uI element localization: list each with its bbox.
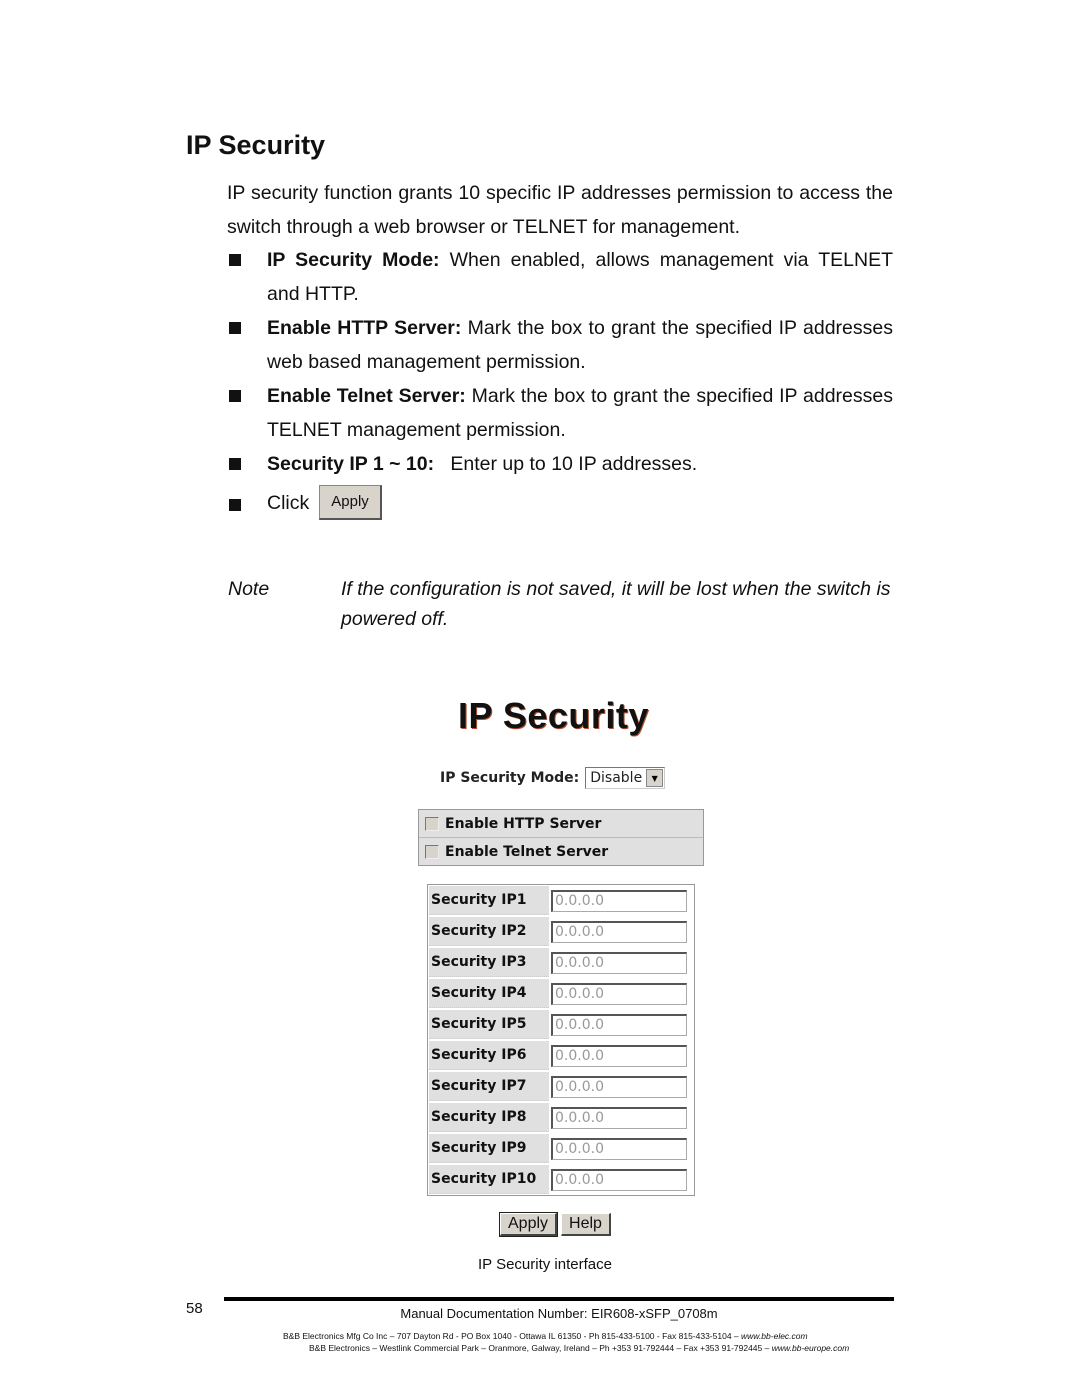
enable-telnet-server-checkbox[interactable] — [425, 844, 439, 859]
section-title: IP Security — [186, 130, 326, 160]
square-bullet-icon — [229, 254, 241, 266]
security-ip9-input[interactable] — [551, 1137, 687, 1160]
security-ip-table: Security IP1 Security IP2 Security IP3 S… — [427, 884, 695, 1196]
checkbox-label: Enable Telnet Server — [445, 843, 609, 860]
apply-button[interactable]: Apply — [498, 1212, 559, 1237]
footer-address-text: B&B Electronics – Westlink Commercial Pa… — [309, 1343, 772, 1353]
figure-caption: IP Security interface — [478, 1256, 612, 1273]
table-row: Security IP4 — [429, 979, 693, 1008]
security-ip-label: Security IP7 — [429, 1072, 549, 1101]
table-row: Security IP6 — [429, 1041, 693, 1070]
table-row: Security IP5 — [429, 1010, 693, 1039]
ip-security-mode-select[interactable]: Disable ▼ — [585, 767, 666, 789]
footer-divider — [224, 1297, 894, 1301]
security-ip-label: Security IP8 — [429, 1103, 549, 1132]
checkbox-label: Enable HTTP Server — [445, 815, 602, 832]
security-ip10-input[interactable] — [551, 1168, 687, 1191]
enable-telnet-server-row: Enable Telnet Server — [419, 838, 703, 865]
security-ip-label: Security IP1 — [429, 886, 549, 915]
ip-security-mode-row: IP Security Mode: Disable ▼ — [440, 767, 666, 789]
page-number: 58 — [186, 1300, 203, 1317]
security-ip-label: Security IP2 — [429, 917, 549, 946]
square-bullet-icon — [229, 322, 241, 334]
bullet-term: Enable HTTP Server: — [267, 317, 462, 339]
security-ip7-input[interactable] — [551, 1075, 687, 1098]
list-item-click-apply: Click Apply — [227, 485, 893, 520]
table-row: Security IP3 — [429, 948, 693, 977]
security-ip5-input[interactable] — [551, 1013, 687, 1036]
security-ip1-input[interactable] — [551, 889, 687, 912]
table-row: Security IP8 — [429, 1103, 693, 1132]
list-item: Enable HTTP Server: Mark the box to gran… — [227, 311, 893, 379]
note-text: If the configuration is not saved, it wi… — [341, 578, 891, 630]
square-bullet-icon — [229, 458, 241, 470]
security-ip3-input[interactable] — [551, 951, 687, 974]
security-ip-label: Security IP9 — [429, 1134, 549, 1163]
footer-address-text: B&B Electronics Mfg Co Inc – 707 Dayton … — [283, 1331, 741, 1341]
list-item: IP Security Mode: When enabled, allows m… — [227, 243, 893, 311]
security-ip-label: Security IP5 — [429, 1010, 549, 1039]
square-bullet-icon — [229, 390, 241, 402]
security-ip4-input[interactable] — [551, 982, 687, 1005]
form-buttons: Apply Help — [498, 1212, 611, 1237]
enable-http-server-checkbox[interactable] — [425, 816, 439, 831]
security-ip-label: Security IP3 — [429, 948, 549, 977]
enable-http-server-row: Enable HTTP Server — [419, 810, 703, 838]
list-item: Security IP 1 ~ 10: Enter up to 10 IP ad… — [227, 447, 893, 481]
bullet-term: IP Security Mode: — [267, 249, 440, 271]
security-ip8-input[interactable] — [551, 1106, 687, 1129]
help-button[interactable]: Help — [561, 1213, 611, 1236]
doc-number: Manual Documentation Number: EIR608-xSFP… — [400, 1306, 718, 1321]
mode-value: Disable — [590, 770, 643, 786]
security-ip-label: Security IP4 — [429, 979, 549, 1008]
table-row: Security IP10 — [429, 1165, 693, 1194]
table-row: Security IP1 — [429, 886, 693, 915]
table-row: Security IP2 — [429, 917, 693, 946]
note-label: Note — [228, 578, 270, 600]
ui-title: IP Security — [458, 695, 649, 736]
bullet-text: Enter up to 10 IP addresses. — [434, 453, 698, 475]
square-bullet-icon — [229, 499, 241, 511]
table-row: Security IP9 — [429, 1134, 693, 1163]
footer-url-link[interactable]: www.bb-elec.com — [741, 1331, 808, 1341]
click-label: Click — [267, 491, 310, 514]
security-ip2-input[interactable] — [551, 920, 687, 943]
bullet-term: Security IP 1 ~ 10: — [267, 453, 435, 475]
list-item: Enable Telnet Server: Mark the box to gr… — [227, 379, 893, 447]
feature-list: IP Security Mode: When enabled, allows m… — [227, 243, 893, 520]
bullet-term: Enable Telnet Server: — [267, 385, 466, 407]
security-ip6-input[interactable] — [551, 1044, 687, 1067]
apply-button-image: Apply — [319, 485, 382, 520]
footer-address-eu: B&B Electronics – Westlink Commercial Pa… — [309, 1343, 849, 1353]
chevron-down-icon[interactable]: ▼ — [646, 769, 664, 787]
footer-url-link[interactable]: www.bb-europe.com — [772, 1343, 849, 1353]
security-ip-label: Security IP6 — [429, 1041, 549, 1070]
table-row: Security IP7 — [429, 1072, 693, 1101]
footer-address-us: B&B Electronics Mfg Co Inc – 707 Dayton … — [283, 1331, 808, 1341]
mode-label: IP Security Mode: — [440, 770, 580, 786]
server-options-table: Enable HTTP Server Enable Telnet Server — [418, 809, 704, 866]
intro-paragraph: IP security function grants 10 specific … — [227, 182, 893, 238]
security-ip-label: Security IP10 — [429, 1165, 549, 1194]
